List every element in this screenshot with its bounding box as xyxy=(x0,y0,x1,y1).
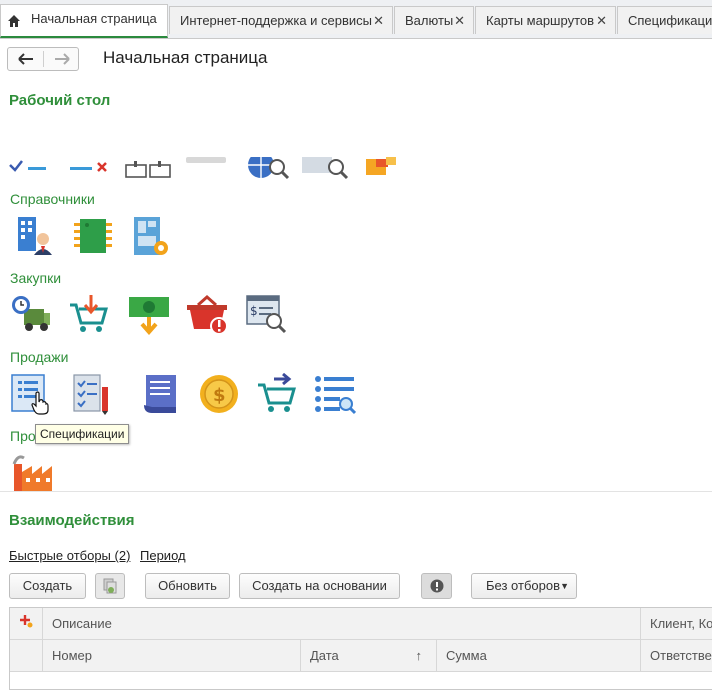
coin-icon[interactable]: $ xyxy=(198,373,240,415)
box-icon[interactable] xyxy=(362,157,402,179)
back-button[interactable] xyxy=(8,48,43,70)
plus-icon xyxy=(20,615,33,628)
tab-route-maps[interactable]: Карты маршрутов ✕ xyxy=(475,6,616,34)
create-button[interactable]: Создать xyxy=(9,573,86,599)
document-search-icon[interactable] xyxy=(302,157,350,181)
table-header-row-2: Номер Дата ↑ Сумма Ответствен xyxy=(10,640,712,672)
group-title-sales: Продажи xyxy=(10,349,69,365)
column-date[interactable]: Дата ↑ xyxy=(300,640,436,671)
tab-internet-support[interactable]: Интернет-поддержка и сервисы ✕ xyxy=(169,6,393,34)
page-title: Начальная страница xyxy=(103,48,268,67)
globe-search-icon[interactable] xyxy=(245,157,291,181)
interactions-table: Описание Клиент, Ко Номер Дата ↑ Сумма О… xyxy=(9,607,712,690)
tab-label: Начальная страница xyxy=(31,11,157,26)
period-link[interactable]: Период xyxy=(140,548,186,563)
table-icon[interactable] xyxy=(124,157,174,179)
basket-warning-icon[interactable] xyxy=(186,293,228,335)
remove-icon[interactable] xyxy=(68,157,114,179)
chevron-down-icon: ▼ xyxy=(560,581,569,591)
column-amount[interactable]: Сумма xyxy=(436,640,640,671)
column-number[interactable]: Номер xyxy=(42,640,300,671)
home-icon xyxy=(8,15,20,27)
forward-button[interactable] xyxy=(44,48,79,70)
section-divider xyxy=(0,491,712,492)
table-header-row-1: Описание Клиент, Ко xyxy=(10,608,712,640)
close-icon[interactable]: ✕ xyxy=(596,7,607,34)
important-button[interactable] xyxy=(421,573,452,599)
cart-transfer-icon[interactable] xyxy=(256,373,298,415)
book-icon[interactable] xyxy=(140,373,182,415)
tooltip: Спецификации xyxy=(35,424,130,444)
partners-icon[interactable] xyxy=(14,215,56,257)
price-search-icon[interactable]: $ xyxy=(245,293,287,335)
no-filters-dropdown[interactable]: Без отборов ▼ xyxy=(471,573,577,599)
group-title-catalogs: Справочники xyxy=(10,191,95,207)
money-in-icon[interactable] xyxy=(128,293,170,335)
column-client[interactable]: Клиент, Ко xyxy=(640,608,712,639)
catalog-settings-icon[interactable] xyxy=(130,215,172,257)
column-date-label: Дата xyxy=(310,648,339,663)
exclamation-icon xyxy=(430,579,443,593)
group-title-purchases: Закупки xyxy=(10,270,62,286)
group-title-production: Про xyxy=(10,428,36,444)
close-icon[interactable]: ✕ xyxy=(373,7,384,34)
factory-icon[interactable] xyxy=(10,450,52,492)
tab-label: Карты маршрутов xyxy=(486,13,595,28)
tab-currencies[interactable]: Валюты ✕ xyxy=(394,6,474,34)
checklist-pencil-icon[interactable] xyxy=(70,373,112,415)
list-search-icon[interactable] xyxy=(314,373,356,415)
delivery-truck-icon[interactable] xyxy=(10,293,52,335)
tab-label: Спецификации xyxy=(628,13,712,28)
arrow-left-icon xyxy=(17,53,33,65)
sort-ascending-icon: ↑ xyxy=(415,648,423,663)
arrow-right-icon xyxy=(54,53,70,65)
scrolled-icon-row xyxy=(0,157,712,181)
desktop-title: Рабочий стол xyxy=(9,92,111,109)
svg-text:$: $ xyxy=(213,385,226,406)
check-icon[interactable] xyxy=(8,157,56,179)
bar-icon[interactable] xyxy=(186,157,230,167)
svg-text:$: $ xyxy=(250,304,258,318)
tab-home[interactable]: Начальная страница xyxy=(0,4,168,38)
tab-bar: Начальная страница Интернет-поддержка и … xyxy=(0,0,712,39)
column-responsible[interactable]: Ответствен xyxy=(640,640,712,671)
copy-button[interactable] xyxy=(95,573,125,599)
column-description[interactable]: Описание xyxy=(42,608,640,639)
quick-filters-link[interactable]: Быстрые отборы (2) xyxy=(9,548,130,563)
nav-buttons xyxy=(7,47,79,71)
chip-icon[interactable] xyxy=(72,215,114,257)
create-based-on-button[interactable]: Создать на основании xyxy=(239,573,400,599)
interactions-title: Взаимодействия xyxy=(9,512,135,529)
tab-label: Интернет-поддержка и сервисы xyxy=(180,13,373,28)
close-icon[interactable]: ✕ xyxy=(454,7,465,34)
no-filters-label: Без отборов xyxy=(486,578,560,593)
cart-download-icon[interactable] xyxy=(68,293,110,335)
refresh-button[interactable]: Обновить xyxy=(145,573,230,599)
tab-label: Валюты xyxy=(405,13,454,28)
tab-specifications[interactable]: Спецификации xyxy=(617,6,712,34)
copy-icon xyxy=(103,578,117,594)
add-column-button[interactable] xyxy=(10,608,42,639)
hand-cursor-icon xyxy=(31,391,49,415)
